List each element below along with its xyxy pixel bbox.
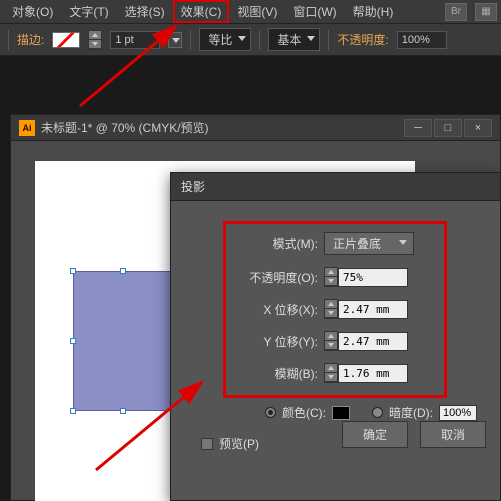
minimize-button[interactable]: ─: [404, 119, 432, 137]
mode-select[interactable]: 正片叠底: [324, 232, 414, 255]
menu-help[interactable]: 帮助(H): [345, 0, 402, 23]
stroke-swatch[interactable]: [52, 32, 80, 48]
highlighted-fields-box: 模式(M): 正片叠底 不透明度(O): X 位移(X): Y 位移(Y): 模…: [223, 221, 447, 398]
stroke-input[interactable]: [110, 31, 160, 49]
preview-checkbox[interactable]: [201, 438, 213, 450]
opacity-input[interactable]: [397, 31, 447, 49]
darkness-label: 暗度(D):: [389, 404, 433, 421]
y-offset-spinner[interactable]: [324, 331, 338, 351]
stroke-label: 描边:: [17, 31, 44, 48]
opacity-label: 不透明度:: [337, 31, 388, 48]
y-offset-input[interactable]: [338, 332, 408, 351]
ok-button[interactable]: 确定: [342, 421, 408, 448]
options-toolbar: 描边: 等比 基本 不透明度:: [0, 24, 501, 56]
doc-title: 未标题-1* @ 70% (CMYK/预览): [41, 119, 209, 136]
dlg-opacity-spinner[interactable]: [324, 267, 338, 287]
blur-label: 模糊(B):: [234, 365, 324, 382]
color-swatch[interactable]: [332, 406, 350, 420]
maximize-button[interactable]: □: [434, 119, 462, 137]
color-radio[interactable]: [265, 407, 276, 418]
menu-select[interactable]: 选择(S): [117, 0, 173, 23]
cancel-button[interactable]: 取消: [420, 421, 486, 448]
dialog-title: 投影: [171, 173, 500, 201]
x-offset-spinner[interactable]: [324, 299, 338, 319]
doc-titlebar: Ai 未标题-1* @ 70% (CMYK/预览) ─ □ ×: [11, 115, 500, 141]
stroke-drop[interactable]: [168, 32, 182, 48]
mode-label: 模式(M):: [234, 235, 324, 252]
x-offset-input[interactable]: [338, 300, 408, 319]
menu-window[interactable]: 窗口(W): [285, 0, 344, 23]
menu-text[interactable]: 文字(T): [61, 0, 116, 23]
basic-chip[interactable]: 基本: [268, 28, 320, 51]
dlg-opacity-label: 不透明度(O):: [234, 269, 324, 286]
y-offset-label: Y 位移(Y):: [234, 333, 324, 350]
close-button[interactable]: ×: [464, 119, 492, 137]
darkness-radio[interactable]: [372, 407, 383, 418]
menu-view[interactable]: 视图(V): [229, 0, 285, 23]
menubar: 对象(O) 文字(T) 选择(S) 效果(C) 视图(V) 窗口(W) 帮助(H…: [0, 0, 501, 24]
preview-label: 预览(P): [219, 435, 259, 452]
blur-input[interactable]: [338, 364, 408, 383]
selected-rectangle[interactable]: [73, 271, 173, 411]
color-label: 颜色(C):: [282, 404, 326, 421]
layout-icon[interactable]: ▦: [475, 3, 497, 21]
ai-icon: Ai: [19, 120, 35, 136]
drop-shadow-dialog: 投影 模式(M): 正片叠底 不透明度(O): X 位移(X): Y 位移(Y)…: [170, 172, 501, 501]
stroke-spinner[interactable]: [88, 30, 102, 50]
x-offset-label: X 位移(X):: [234, 301, 324, 318]
bridge-icon[interactable]: Br: [445, 3, 467, 21]
ratio-chip[interactable]: 等比: [199, 28, 251, 51]
blur-spinner[interactable]: [324, 363, 338, 383]
darkness-input[interactable]: [439, 405, 477, 421]
menu-effect[interactable]: 效果(C): [173, 0, 230, 23]
menu-object[interactable]: 对象(O): [4, 0, 61, 23]
dlg-opacity-input[interactable]: [338, 268, 408, 287]
